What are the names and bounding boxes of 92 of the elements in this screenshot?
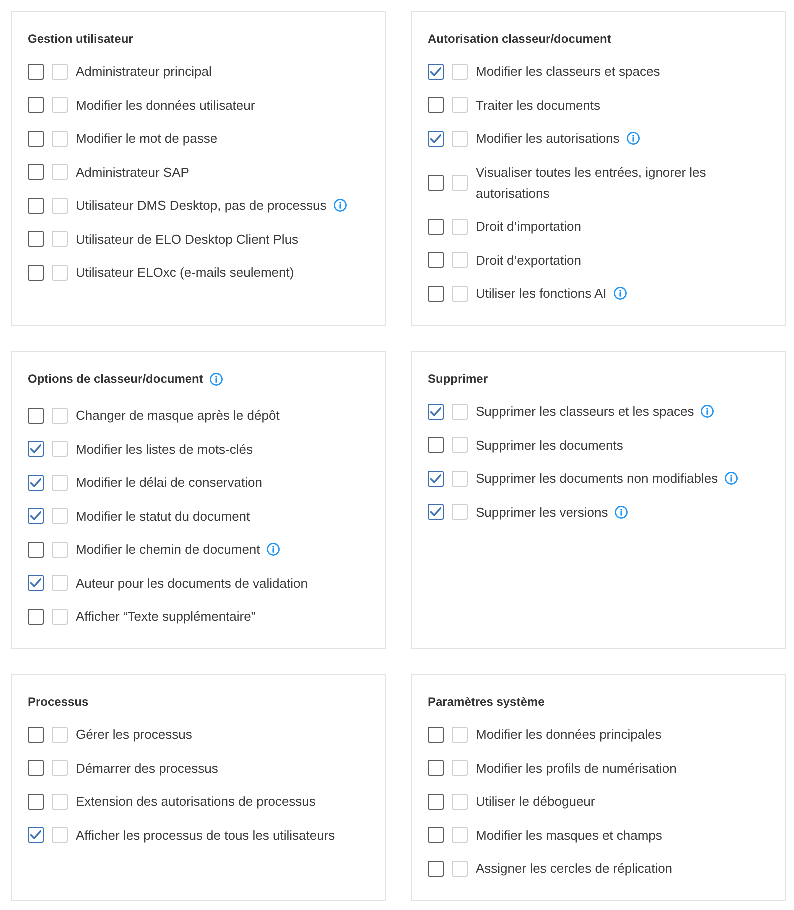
checkbox[interactable] [28,575,44,591]
option-label: Modifier les listes de mots-clés [76,440,253,458]
option-label: Supprimer les versions [476,504,608,522]
check-icon [430,134,442,144]
option-label: Administrateur SAP [76,164,190,182]
checkbox[interactable] [428,827,444,843]
panel-title: Paramètres système [428,694,545,711]
option-label: Afficher “Texte supplémentaire” [76,608,256,626]
checkbox[interactable] [28,508,44,524]
checkbox[interactable] [428,130,444,146]
checkbox[interactable] [428,860,444,876]
option-label: Modifier les profils de numérisation [476,760,677,778]
checkbox[interactable] [28,130,44,146]
checkbox[interactable] [28,474,44,490]
info-icon[interactable] [701,405,714,418]
panel-title: Supprimer [428,371,488,388]
checkbox[interactable] [428,404,444,420]
check-icon [30,511,42,521]
option-label: Modifier le mot de passe [76,130,218,148]
checkbox[interactable] [428,726,444,742]
option-label: Utilisateur DMS Desktop, pas de processus [76,197,327,215]
option-label: Auteur pour les documents de validation [76,574,308,593]
checkbox[interactable] [28,231,44,247]
check-icon [430,406,442,416]
checkbox[interactable] [28,726,44,742]
checkbox[interactable] [428,470,444,486]
checkbox[interactable] [28,164,44,180]
info-icon[interactable] [614,287,627,300]
check-icon [30,578,42,588]
option-label: Changer de masque après le dépôt [76,407,280,425]
panel-title: Processus [28,694,89,711]
option-label: Modifier les données principales [476,726,662,744]
option-label: Extension des autorisations de processus [76,793,316,811]
option-label: Afficher les processus de tous les utilisateurs [76,826,336,845]
checkbox[interactable] [428,97,444,113]
info-icon[interactable] [210,372,224,386]
checkbox[interactable] [428,794,444,810]
option-label: Utiliser les fonctions AI [476,285,607,303]
option-label: Supprimer les documents [476,436,624,455]
checkbox[interactable] [28,441,44,457]
check-icon [30,478,42,488]
option-label: Gérer les processus [76,726,192,744]
panel-title: Gestion utilisateur [28,31,134,48]
option-label: Utilisateur ELOxc (e-mails seulement) [76,264,294,282]
checkbox[interactable] [428,174,444,190]
info-icon[interactable] [334,199,347,212]
option-label: Modifier les autorisations [476,130,620,148]
option-label: Administrateur principal [76,63,212,81]
checkbox[interactable] [428,286,444,302]
checkbox[interactable] [28,97,44,113]
option-label: Modifier les masques et champs [476,826,662,845]
checkbox[interactable] [28,198,44,214]
option-label: Utilisateur de ELO Desktop Client Plus [76,230,299,249]
info-icon[interactable] [626,132,640,145]
option-label: Utiliser le débogueur [476,793,596,811]
option-label: Supprimer les classeurs et les spaces [476,403,694,421]
checkbox[interactable] [428,760,444,776]
checkbox[interactable] [28,827,44,843]
option-label: Modifier les classeurs et spaces [476,63,660,81]
checkbox[interactable] [28,794,44,810]
info-icon[interactable] [267,543,280,556]
checkbox[interactable] [428,252,444,268]
checkbox[interactable] [428,64,444,80]
checkbox[interactable] [428,504,444,520]
panel-title: Options de classeur/document [28,371,204,388]
option-label: Démarrer des processus [76,760,218,778]
option-label: Droit d’exportation [476,252,582,270]
checkbox[interactable] [428,218,444,234]
check-icon [30,830,42,840]
option-label: Modifier le délai de conservation [76,474,262,492]
checkbox[interactable] [28,608,44,624]
option-label: Modifier le chemin de document [76,541,260,559]
check-icon [430,507,442,517]
check-icon [30,444,42,454]
checkbox[interactable] [28,64,44,80]
checkbox[interactable] [428,437,444,453]
option-label: Supprimer les documents non modifiables [476,470,718,488]
option-label: Droit d’importation [476,218,582,236]
info-icon[interactable] [725,472,738,485]
checkbox[interactable] [28,408,44,424]
check-icon [430,474,442,484]
checkbox[interactable] [28,760,44,776]
info-icon[interactable] [615,506,628,518]
option-label: Assigner les cercles de réplication [476,860,673,878]
option-label: Traiter les documents [476,96,601,114]
option-label: Modifier les données utilisateur [76,96,256,114]
option-label: Visualiser toutes les entrées, ignorer les autorisations [476,164,708,202]
option-label: Modifier le statut du document [76,508,250,526]
panel-title: Autorisation classeur/document [428,31,612,48]
check-icon [430,66,442,76]
checkbox[interactable] [28,542,44,558]
checkbox[interactable] [28,264,44,280]
